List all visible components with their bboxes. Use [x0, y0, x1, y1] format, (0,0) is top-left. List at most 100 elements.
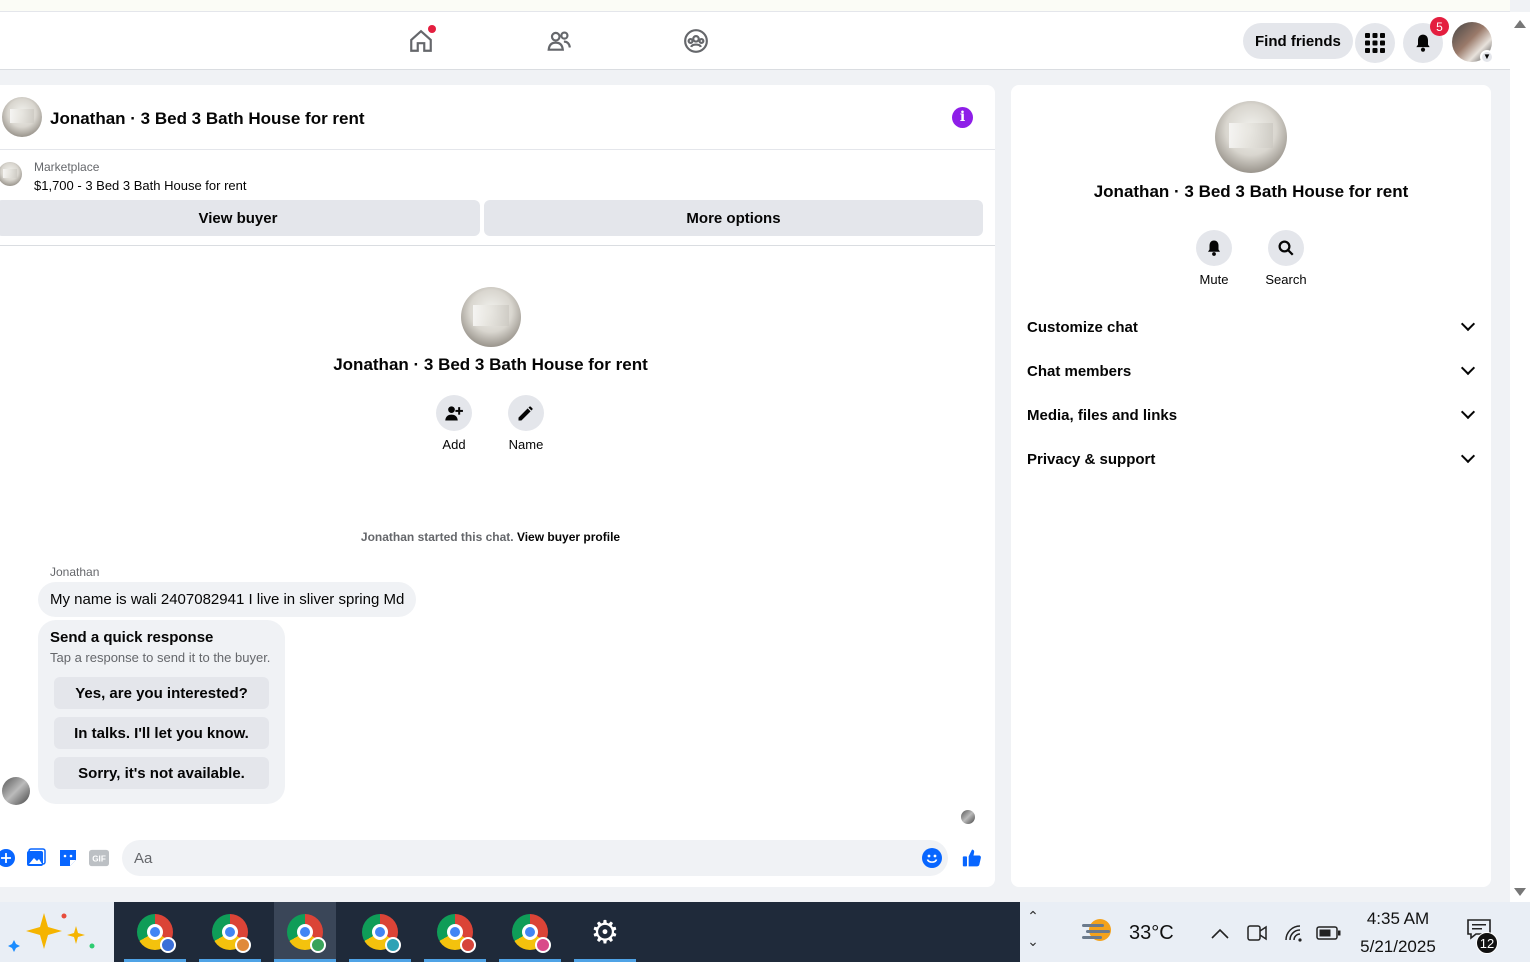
chrome-icon [437, 914, 476, 953]
groups-icon[interactable] [679, 24, 713, 58]
find-friends-button[interactable]: Find friends [1243, 23, 1353, 59]
chat-center-title: Jonathan · 3 Bed 3 Bath House for rent [333, 355, 648, 374]
page-scrollbar[interactable] [1510, 12, 1530, 902]
view-buyer-profile-link[interactable]: View buyer profile [517, 530, 620, 544]
sender-name: Jonathan [50, 565, 100, 579]
apps-grid-icon [1365, 33, 1385, 53]
clock-time[interactable]: 4:35 AM [1346, 909, 1450, 929]
scroll-down-arrow[interactable] [1514, 888, 1526, 896]
temperature[interactable]: 33°C [1129, 922, 1174, 945]
emoji-icon[interactable] [922, 848, 942, 868]
notification-center-button[interactable]: 12 [1466, 918, 1498, 954]
notifications-button[interactable]: 5 [1403, 17, 1449, 63]
thumbs-up-icon[interactable] [962, 848, 982, 868]
search-action[interactable]: Search [1256, 230, 1316, 287]
message-bubble[interactable]: My name is wali 2407082941 I live in sli… [38, 582, 417, 617]
gif-icon[interactable]: GIF [89, 848, 109, 868]
add-person-icon [445, 406, 463, 421]
search-icon [1278, 240, 1294, 256]
media-files-links-row[interactable]: Media, files and links [1027, 395, 1477, 435]
battery-icon[interactable] [1316, 925, 1342, 941]
chevron-up-icon[interactable]: ⌃ [1020, 908, 1046, 925]
info-panel-title: Jonathan · 3 Bed 3 Bath House for rent [1093, 182, 1409, 201]
sender-avatar[interactable] [2, 777, 30, 805]
add-people-action[interactable]: Add [424, 395, 484, 452]
account-avatar[interactable]: ▼ [1452, 22, 1494, 64]
top-navbar: Find friends 5 ▼ [0, 12, 1510, 70]
chrome-taskbar-button[interactable] [424, 902, 486, 962]
notification-badge: 5 [1430, 17, 1449, 36]
more-options-button[interactable]: More options [484, 200, 983, 236]
started-text: Jonathan started this chat. [360, 530, 514, 544]
info-panel-avatar [1215, 101, 1287, 173]
chat-large-avatar [461, 287, 521, 347]
quick-response-button[interactable]: Yes, are you interested? [54, 677, 269, 709]
chat-started-notice: Jonathan started this chat. View buyer p… [0, 530, 981, 544]
marketplace-label: Marketplace [34, 160, 100, 174]
taskbar-scroll[interactable]: ⌃ ⌄ [1020, 902, 1046, 962]
pencil-icon [518, 406, 533, 421]
menu-button[interactable] [1355, 23, 1395, 63]
meet-now-icon[interactable] [1246, 922, 1268, 944]
info-icon[interactable]: i [952, 107, 973, 128]
bell-icon [1208, 240, 1220, 256]
chevron-down-icon: ▼ [1480, 50, 1494, 64]
chrome-taskbar-button-active[interactable] [274, 902, 336, 962]
chrome-taskbar-button[interactable] [349, 902, 411, 962]
svg-text:GIF: GIF [92, 855, 106, 864]
row-label: Privacy & support [1027, 450, 1156, 468]
friends-icon[interactable] [542, 24, 576, 58]
windows-taskbar: ⚙ ⌃ ⌄ 33°C 4:35 AM 5/21/2025 12 [0, 902, 1530, 962]
chat-info-panel: Jonathan · 3 Bed 3 Bath House for rent M… [1011, 85, 1491, 887]
listing-title[interactable]: $1,700 - 3 Bed 3 Bath House for rent [34, 178, 246, 193]
chevron-up-icon[interactable] [1210, 926, 1230, 940]
chrome-icon [512, 914, 551, 953]
scroll-up-arrow[interactable] [1514, 20, 1526, 28]
chat-title[interactable]: Jonathan · 3 Bed 3 Bath House for rent [50, 109, 365, 129]
chevron-down-icon [1460, 448, 1476, 464]
name-chat-action[interactable]: Name [496, 395, 556, 452]
message-input[interactable] [122, 840, 948, 876]
name-label: Name [508, 437, 544, 452]
chrome-icon [287, 914, 326, 953]
chat-avatar[interactable] [2, 97, 42, 137]
settings-taskbar-button[interactable]: ⚙ [574, 902, 636, 962]
listing-thumbnail[interactable] [0, 162, 22, 186]
sticker-icon[interactable] [58, 848, 78, 868]
sparkle-icon [8, 913, 95, 952]
quick-response-subtitle: Tap a response to send it to the buyer. [50, 650, 271, 665]
chrome-taskbar-button[interactable] [124, 902, 186, 962]
chrome-taskbar-button[interactable] [199, 902, 261, 962]
mute-action[interactable]: Mute [1184, 230, 1244, 287]
message-composer: GIF [0, 840, 995, 876]
chat-members-row[interactable]: Chat members [1027, 351, 1477, 391]
add-label: Add [442, 437, 466, 452]
search-label: Search [1265, 272, 1307, 287]
copilot-button[interactable] [0, 902, 114, 962]
customize-chat-row[interactable]: Customize chat [1027, 307, 1477, 347]
chevron-down-icon [1460, 360, 1476, 376]
plus-icon[interactable] [0, 848, 16, 868]
weather-icon[interactable] [1078, 914, 1118, 950]
chevron-down-icon[interactable]: ⌄ [1020, 933, 1046, 950]
chrome-icon [137, 914, 176, 953]
home-icon[interactable] [404, 24, 438, 58]
quick-response-button[interactable]: Sorry, it's not available. [54, 757, 269, 789]
system-tray: 33°C 4:35 AM 5/21/2025 12 [1046, 902, 1530, 962]
wifi-icon[interactable] [1283, 922, 1305, 944]
quick-response-card: Send a quick response Tap a response to … [38, 620, 285, 804]
seen-avatar [961, 810, 975, 824]
row-label: Chat members [1027, 362, 1132, 380]
chrome-taskbar-button[interactable] [499, 902, 561, 962]
gear-icon: ⚙ [590, 914, 620, 950]
photo-icon[interactable] [26, 848, 46, 868]
privacy-support-row[interactable]: Privacy & support [1027, 439, 1477, 479]
quick-response-title: Send a quick response [50, 629, 214, 646]
quick-response-button[interactable]: In talks. I'll let you know. [54, 717, 269, 749]
row-label: Customize chat [1027, 318, 1138, 336]
chrome-icon [362, 914, 401, 953]
chevron-down-icon [1460, 316, 1476, 332]
mute-label: Mute [1199, 272, 1229, 287]
view-buyer-button[interactable]: View buyer [0, 200, 480, 236]
clock-date[interactable]: 5/21/2025 [1346, 937, 1450, 957]
